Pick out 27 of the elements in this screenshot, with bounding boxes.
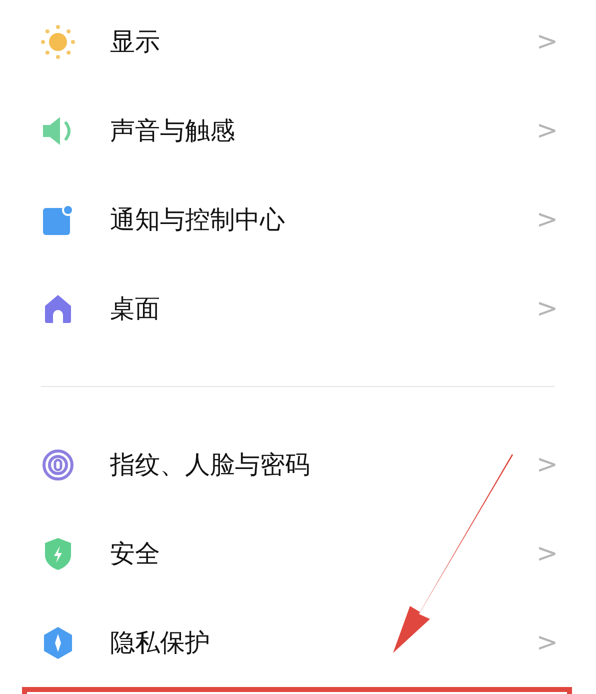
settings-item[interactable]: 显示 >	[0, 0, 596, 86]
item-label: 显示	[110, 26, 161, 58]
fingerprint-icon	[41, 448, 75, 482]
chevron-icon: >	[536, 118, 558, 144]
item-label: 声音与触感	[110, 114, 236, 147]
chevron-icon: >	[536, 206, 558, 232]
settings-item[interactable]: 安全 >	[0, 509, 596, 598]
item-label: 隐私保护	[110, 626, 211, 659]
sun-icon	[40, 24, 76, 60]
settings-item[interactable]: 通知与控制中心 >	[0, 175, 596, 264]
privacy-icon	[42, 626, 74, 660]
settings-item[interactable]: 指纹、人脸与密码 >	[0, 420, 596, 509]
settings-item[interactable]: 隐私保护 >	[0, 598, 596, 687]
chevron-icon: >	[536, 630, 558, 656]
settings-item[interactable]: 桌面 >	[0, 264, 596, 353]
settings-item[interactable]: 声音与触感 >	[0, 86, 596, 175]
chevron-icon: >	[536, 540, 558, 566]
chevron-icon: >	[536, 452, 558, 478]
chevron-icon: >	[536, 28, 558, 54]
shield-icon	[43, 536, 73, 570]
notification-icon	[42, 204, 74, 236]
item-label: 桌面	[110, 292, 161, 325]
item-label: 安全	[110, 538, 161, 570]
chevron-icon: >	[536, 296, 558, 322]
item-label: 通知与控制中心	[110, 204, 286, 236]
home-icon	[43, 294, 73, 324]
item-label: 指纹、人脸与密码	[110, 448, 311, 481]
